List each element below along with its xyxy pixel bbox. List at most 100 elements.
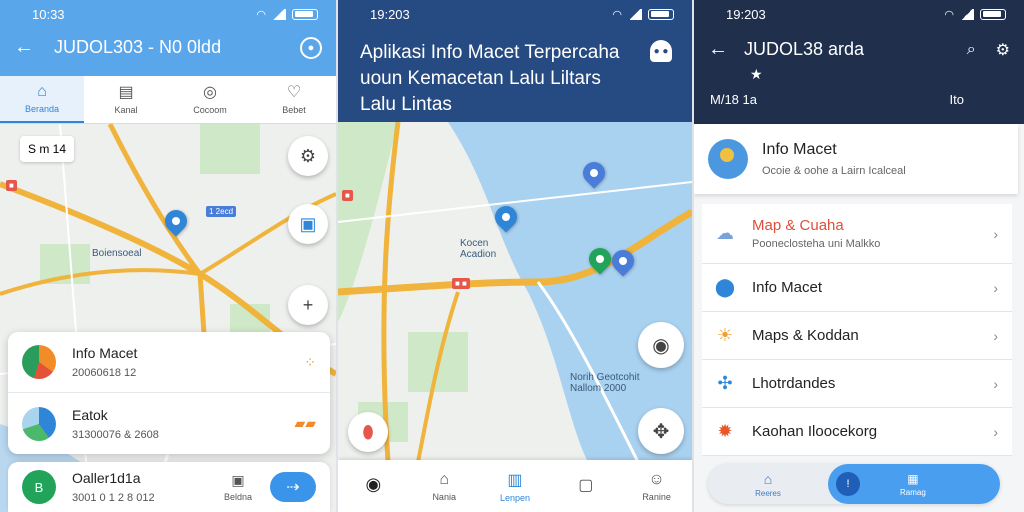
chevron-right-icon: › xyxy=(993,375,998,392)
card-subtitle: 20060618 12 xyxy=(72,367,137,379)
nav-active-pill[interactable]: ! ▦ Ramag xyxy=(828,464,1000,504)
screen-traffic-map: ■ ■ ■ Kocen Acadion Norih Geotcohit Nall… xyxy=(338,0,692,512)
map-zoom-in-button[interactable]: + xyxy=(288,285,328,325)
card-title: Eatok xyxy=(72,406,108,423)
map-place-label: Boiensoeal xyxy=(92,248,142,259)
battery-icon xyxy=(648,8,674,20)
map-view[interactable] xyxy=(338,122,692,462)
card-title: Info Macet xyxy=(72,345,138,361)
signal-icon xyxy=(272,8,286,20)
wifi-icon: ◠ xyxy=(944,8,954,21)
back-arrow-icon[interactable]: ← xyxy=(14,36,44,59)
nav-label: Lenpen xyxy=(499,492,531,503)
nav-target[interactable]: ◉ xyxy=(338,460,409,512)
map-route-tag: ■ ■ xyxy=(452,278,470,289)
map-place-label: Norih Geotcohit Nallom 2000 xyxy=(570,372,640,394)
menu-label: Maps & Koddan xyxy=(752,327,859,344)
card-subtitle: 31300076 & 2608 xyxy=(72,428,159,441)
app-badge-icon: B xyxy=(22,470,56,504)
map-road-label: 1 2ecd xyxy=(206,206,237,217)
chevron-right-icon: › xyxy=(993,327,998,344)
tab-news[interactable]: ▣ Beldna xyxy=(224,472,252,502)
tab-channel[interactable]: ▤ Kanal xyxy=(84,76,168,123)
screen-map-overview: S m 14 ■ 1 2ecd Boiensoeal ⚙ ▣ + 10:33 ◠… xyxy=(0,0,336,512)
wifi-icon: ◠ xyxy=(256,8,266,21)
subtitle-left: M/18 1a xyxy=(710,92,757,107)
tab-label: Beldna xyxy=(223,492,252,502)
status-icons: ◠ xyxy=(612,8,674,21)
card-subtitle: Ocoie & oohe a Lairn Icalceal xyxy=(762,165,906,177)
app-bar: 10:33 ◠ ← JUDOL303 - N0 0ldd ● xyxy=(0,0,336,76)
navigate-button[interactable]: ⇢ xyxy=(270,472,316,502)
tab-home[interactable]: ⌂ Beranda xyxy=(0,76,84,123)
report-pin-button[interactable]: ⬮ xyxy=(348,412,388,452)
compass-icon: ◎ xyxy=(203,83,217,101)
nav-profile[interactable]: ☺ Ranine xyxy=(621,460,692,512)
nav-square[interactable]: ▢ xyxy=(550,460,621,512)
square-icon: ▢ xyxy=(578,476,594,494)
user-icon[interactable]: ● xyxy=(300,36,322,59)
info-card-stack: Info Macet 20060618 12 ⁘ Eatok 31300076 … xyxy=(8,332,330,454)
map-scale-chip: S m 14 xyxy=(20,136,75,162)
list-icon: ▤ xyxy=(118,83,134,101)
panel-subtitle: 3001 0 1 2 8 012 xyxy=(72,492,155,504)
menu-item-lhotrdandes[interactable]: ✣ Lhotrdandes › xyxy=(702,360,1012,408)
home-icon: ⌂ xyxy=(37,82,47,100)
chevron-right-icon: › xyxy=(993,279,998,296)
menu-label: Info Macet xyxy=(752,279,823,296)
tab-saved[interactable]: ♡ Bebet xyxy=(252,76,336,123)
menu-item-info-macet[interactable]: ⬤ Info Macet › xyxy=(702,264,1012,312)
map-place-label: Kocen Acadion xyxy=(460,238,497,260)
nav-home[interactable]: ⌂ Nania xyxy=(409,460,480,512)
signal-icon xyxy=(628,8,642,20)
star-icon: ★ xyxy=(750,66,763,82)
map-settings-button[interactable]: ⚙ xyxy=(288,136,328,176)
battery-icon xyxy=(980,8,1006,20)
menu-sublabel: Pooneclosteha uni Malkko xyxy=(752,238,881,250)
grid-icon: ▦ xyxy=(907,471,919,486)
list-item[interactable]: Eatok 31300076 & 2608 ▰▰ xyxy=(8,393,330,454)
map-canvas xyxy=(338,122,692,462)
chevron-right-icon: › xyxy=(993,423,998,440)
chevron-right-icon: › xyxy=(993,225,998,242)
nav-label: Reeres xyxy=(755,488,781,498)
nav-label: Ramag xyxy=(900,487,926,497)
cloud-sun-icon: ☀ xyxy=(716,325,734,345)
sparkle-icon: ✣ xyxy=(717,373,733,393)
gear-icon[interactable]: ⚙ xyxy=(996,40,1010,60)
locate-me-button[interactable]: ◉ xyxy=(638,322,684,368)
menu-item-maps[interactable]: ☀ Maps & Koddan › xyxy=(702,312,1012,360)
nav-buildings[interactable]: ▥ Lenpen xyxy=(480,460,551,512)
weather-icon: ☁ xyxy=(716,223,734,243)
nav-home[interactable]: ⌂ Reeres xyxy=(708,471,828,498)
info-macet-card[interactable]: Info Macet Ocoie & oohe a Lairn Icalceal xyxy=(694,124,1018,194)
menu-item-map-weather[interactable]: ☁ Map & Cuaha Pooneclosteha uni Malkko › xyxy=(702,204,1012,264)
profile-icon[interactable]: ● ● xyxy=(650,40,672,62)
target-icon: ◉ xyxy=(365,474,382,494)
map-route-tag: ■ xyxy=(342,190,353,201)
menu-label: Map & Cuaha xyxy=(752,217,844,234)
recenter-button[interactable]: ✥ xyxy=(638,408,684,454)
tab-label: Cocoom xyxy=(193,104,227,115)
heart-icon: ♡ xyxy=(286,83,302,101)
screen-menu: 19:203 ◠ ← JUDOL38 arda ⌕ ⚙ ★ M/18 1a It… xyxy=(694,0,1024,512)
menu-item-kaohan[interactable]: ✹ Kaohan Iloocekorg › xyxy=(702,408,1012,456)
tab-label: Beranda xyxy=(24,103,60,114)
tab-label: Bebet xyxy=(282,104,306,115)
status-icons: ◠ xyxy=(944,8,1006,21)
back-arrow-icon[interactable]: ← xyxy=(708,38,738,61)
map-traffic-button[interactable]: ▣ xyxy=(288,204,328,244)
search-icon[interactable]: ⌕ xyxy=(967,41,976,59)
tab-explore[interactable]: ◎ Cocoom xyxy=(168,76,252,123)
map-globe-icon xyxy=(708,139,748,179)
status-bar: 19:203 ◠ xyxy=(694,0,1024,28)
menu-list: ☁ Map & Cuaha Pooneclosteha uni Malkko ›… xyxy=(702,204,1012,456)
nav-label: Nania xyxy=(432,491,456,502)
building-icon: ▥ xyxy=(507,471,523,489)
location-dot-icon: ! xyxy=(836,472,860,496)
nav-label: Ranine xyxy=(642,491,671,502)
list-item[interactable]: Info Macet 20060618 12 ⁘ xyxy=(8,332,330,393)
panel-title: Oaller1d1a xyxy=(72,470,141,486)
page-title: Aplikasi Info Macet Terpercaha uoun Kema… xyxy=(360,42,620,115)
card-title: Info Macet xyxy=(762,141,837,158)
